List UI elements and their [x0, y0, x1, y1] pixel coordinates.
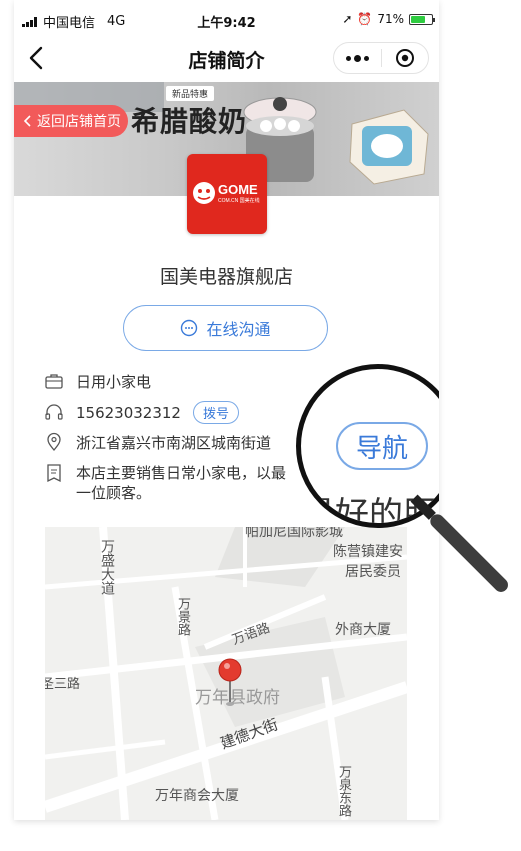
- address-row: 浙江省嘉兴市南湖区城南街道: [44, 432, 271, 453]
- address-text: 浙江省嘉兴市南湖区城南街道: [76, 434, 272, 452]
- phone-number: 15623032312: [76, 403, 181, 422]
- location-arrow-icon: ➚: [342, 12, 353, 26]
- call-button[interactable]: 拨号: [192, 401, 239, 424]
- navigate-button[interactable]: 导航: [336, 422, 428, 470]
- map-label-foreign-building: 外商大厦: [335, 622, 391, 638]
- tiger-icon: [193, 182, 215, 204]
- return-store-home-label: 返回店铺首页: [37, 114, 121, 130]
- banner-tag: 新品特惠: [166, 86, 215, 101]
- store-map[interactable]: 帕加尼国际影城 陈营镇建安 居民委员 万盛大道 万景路 万语路 外商大厦 万年县…: [45, 527, 407, 820]
- target-icon: [395, 49, 414, 67]
- phone-screen: 中国电信 4G 上午9:42 ➚ ⏰ 71% 店铺简介 新品特惠 希腊酸奶 返回…: [14, 0, 439, 820]
- map-label-chenying: 陈营镇建安: [333, 544, 403, 560]
- status-right: ➚ ⏰ 71%: [342, 12, 435, 26]
- battery-percent: 71%: [377, 12, 404, 26]
- map-label-residents: 居民委员: [345, 564, 401, 580]
- online-chat-button[interactable]: 在线沟通: [123, 305, 328, 351]
- battery-icon: [409, 13, 435, 25]
- map-label-pagani: 帕加尼国际影城: [245, 527, 343, 540]
- chat-bubble-icon: [181, 319, 198, 337]
- battery-fill: [411, 15, 426, 23]
- map-label-road-three: 圣三路: [45, 677, 81, 692]
- map-label-wanquan-road: 万泉东路: [336, 765, 351, 817]
- location-pin-icon: [47, 432, 61, 452]
- return-store-home-button[interactable]: 返回店铺首页: [14, 105, 128, 137]
- chevron-left-icon: [23, 115, 31, 127]
- map-label-wansheng: 万盛大道: [99, 539, 115, 595]
- category-row: 日用小家电: [44, 371, 151, 392]
- store-logo: GOME COM.CN 国美在线: [187, 154, 267, 234]
- close-button[interactable]: [381, 43, 428, 73]
- yogurt-box-image: [349, 109, 429, 185]
- map-label-chamber-building: 万年商会大厦: [155, 788, 239, 804]
- store-name: 国美电器旗舰店: [159, 266, 293, 288]
- status-bar: 中国电信 4G 上午9:42 ➚ ⏰ 71%: [14, 0, 439, 36]
- nav-bar: 店铺简介: [14, 36, 439, 80]
- alarm-icon: ⏰: [357, 12, 373, 26]
- online-chat-label: 在线沟通: [206, 320, 271, 339]
- phone-row: 15623032312 拨号: [44, 401, 239, 424]
- logo-subtext: COM.CN 国美在线: [218, 198, 260, 204]
- headset-icon: [45, 403, 63, 420]
- category-text: 日用小家电: [76, 373, 152, 391]
- logo-wordmark: GOME: [218, 182, 258, 197]
- map-pin-icon: [217, 657, 243, 707]
- document-icon: [47, 464, 61, 483]
- banner-ad-title: 希腊酸奶: [131, 105, 248, 138]
- map-label-wanjing: 万景路: [175, 597, 190, 636]
- mini-program-capsule: [333, 42, 429, 74]
- more-button[interactable]: [334, 43, 381, 73]
- briefcase-icon: [45, 374, 63, 389]
